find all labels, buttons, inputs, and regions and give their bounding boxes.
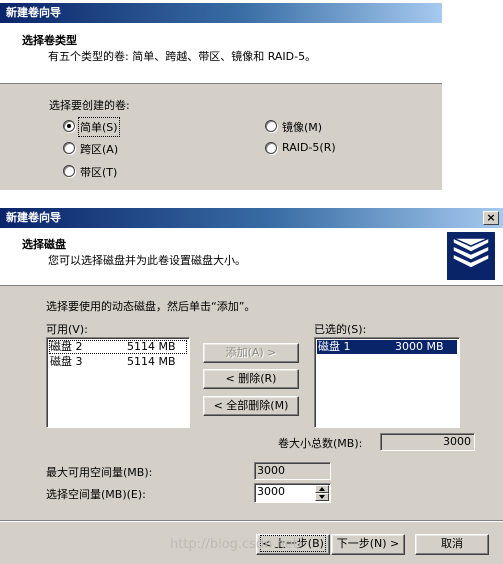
radio-striped-circle[interactable]	[63, 165, 75, 177]
radio-striped[interactable]: 带区(T)	[63, 164, 173, 180]
dialog2-header-subtitle: 您可以选择磁盘并为此卷设置磁盘大小。	[48, 254, 246, 267]
spin-down-button[interactable]	[315, 493, 329, 501]
dialog2-header: 选择磁盘 您可以选择磁盘并为此卷设置磁盘大小。	[0, 228, 503, 286]
add-button[interactable]: 添加(A) >	[203, 343, 299, 363]
space-amount-value[interactable]: 3000	[257, 485, 285, 498]
selected-disks-list[interactable]: 磁盘 1 3000 MB	[314, 337, 460, 428]
dialog1-body: 选择要创建的卷: 简单(S) 跨区(A) 带区(T) 镜像(M) RAID-5(…	[0, 84, 442, 190]
volume-type-group-label: 选择要创建的卷:	[49, 99, 130, 112]
dialog1-titlebar: 新建卷向导	[0, 3, 442, 23]
available-disks-label: 可用(V):	[46, 323, 88, 336]
volume-total-label: 卷大小总数(MB):	[278, 437, 363, 450]
radio-mirrored-label[interactable]: 镜像(M)	[282, 119, 322, 135]
close-button[interactable]: ×	[483, 211, 499, 225]
arrow-down-icon	[319, 495, 325, 499]
dialog2-body: 选择要使用的动态磁盘，然后单击“添加”。 可用(V): 磁盘 2 5114 MB…	[0, 286, 503, 564]
dialog1-header-subtitle: 有五个类型的卷: 简单、跨越、带区、镜像和 RAID-5。	[48, 50, 317, 63]
space-amount-input[interactable]: 3000	[254, 483, 331, 503]
list-item[interactable]: 磁盘 3 5114 MB	[49, 355, 187, 369]
radio-raid5-label[interactable]: RAID-5(R)	[282, 141, 336, 154]
available-disks-list[interactable]: 磁盘 2 5114 MB 磁盘 3 5114 MB	[46, 337, 190, 428]
back-button-label[interactable]: < 上一步(B)	[260, 535, 326, 552]
remove-all-button[interactable]: < 全部删除(M)	[203, 396, 299, 416]
close-icon[interactable]: ×	[486, 211, 495, 224]
spin-up-button[interactable]	[315, 485, 329, 493]
radio-spanned-circle[interactable]	[63, 142, 75, 154]
radio-simple-circle[interactable]	[63, 120, 75, 132]
volume-total-field: 3000	[380, 433, 475, 451]
radio-raid5-circle[interactable]	[265, 142, 277, 154]
radio-spanned-label[interactable]: 跨区(A)	[80, 141, 118, 157]
max-space-field: 3000	[254, 462, 331, 480]
dialog2-titlebar: 新建卷向导	[0, 208, 503, 228]
back-button[interactable]: < 上一步(B)	[256, 534, 330, 555]
list-item[interactable]: 磁盘 2 5114 MB	[49, 340, 187, 354]
dialog1-header-title: 选择卷类型	[22, 34, 77, 47]
arrow-up-icon	[319, 487, 325, 491]
list-item[interactable]: 磁盘 1 3000 MB	[317, 340, 457, 354]
dialog1-title: 新建卷向导	[6, 6, 61, 19]
disk-stack-icon	[447, 232, 495, 280]
dialog2-title: 新建卷向导	[6, 211, 61, 224]
footer-divider	[0, 520, 503, 522]
cancel-button[interactable]: 取消	[415, 534, 489, 555]
radio-mirrored-circle[interactable]	[265, 120, 277, 132]
max-space-label: 最大可用空间量(MB):	[46, 466, 153, 479]
disk-instruction: 选择要使用的动态磁盘，然后单击“添加”。	[46, 300, 256, 313]
dialog2-header-title: 选择磁盘	[22, 238, 66, 251]
selected-disks-label: 已选的(S):	[314, 323, 367, 336]
remove-button[interactable]: < 删除(R)	[203, 369, 299, 389]
space-amount-label: 选择空间量(MB)(E):	[46, 488, 146, 501]
next-button[interactable]: 下一步(N) >	[331, 534, 405, 555]
radio-raid5[interactable]: RAID-5(R)	[265, 141, 375, 155]
radio-simple[interactable]: 简单(S)	[63, 117, 173, 137]
radio-striped-label[interactable]: 带区(T)	[80, 164, 117, 180]
radio-simple-label[interactable]: 简单(S)	[78, 117, 120, 137]
dialog1-header: 选择卷类型 有五个类型的卷: 简单、跨越、带区、镜像和 RAID-5。	[0, 23, 442, 84]
radio-mirrored[interactable]: 镜像(M)	[265, 119, 375, 135]
radio-spanned[interactable]: 跨区(A)	[63, 141, 173, 157]
